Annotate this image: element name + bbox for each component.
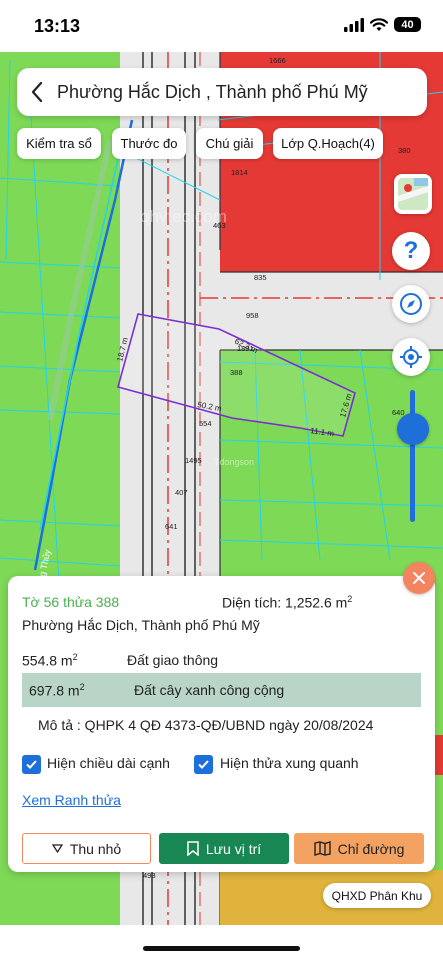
directions-button[interactable]: Chỉ đường xyxy=(294,833,424,864)
triangle-down-icon xyxy=(51,844,63,853)
signal-icon xyxy=(344,17,364,32)
edge-length-checkbox[interactable] xyxy=(22,755,41,774)
use-area-2: 697.8 m2 xyxy=(29,682,85,699)
opacity-slider-track[interactable] xyxy=(410,390,415,522)
legend-chip[interactable]: Chú giải xyxy=(196,128,263,159)
home-indicator[interactable] xyxy=(143,946,300,951)
check-icon xyxy=(26,760,37,769)
help-icon: ? xyxy=(403,237,419,264)
use-area-1: 554.8 m2 xyxy=(22,652,78,669)
use-area-2-value: 697.8 m xyxy=(29,682,80,699)
use-area-1-value: 554.8 m xyxy=(22,652,73,669)
status-time: 13:13 xyxy=(34,16,81,36)
location-title: Phường Hắc Dịch , Thành phố Phú Mỹ xyxy=(57,81,368,102)
status-icons: 40 xyxy=(344,17,421,32)
directions-label: Chỉ đường xyxy=(337,840,405,857)
compass-button[interactable] xyxy=(392,285,430,323)
bookmark-icon xyxy=(187,841,199,856)
parcel-area-value: Diện tích: 1,252.6 m xyxy=(222,594,348,611)
battery-icon: 40 xyxy=(394,17,421,32)
tool-chip-row: Kiểm tra sổ Thước đo Chú giải Lớp Q.Hoạc… xyxy=(0,128,443,160)
status-bar: 13:13 40 xyxy=(0,0,443,52)
parcel-info-panel: Tờ 56 thửa 388 Diện tích: 1,252.6 m2 Phư… xyxy=(8,576,435,872)
location-header[interactable]: Phường Hắc Dịch , Thành phố Phú Mỹ xyxy=(17,68,427,116)
map-layer-button[interactable] xyxy=(394,174,432,214)
use-area-1-unit: 2 xyxy=(72,652,78,662)
save-location-label: Lưu vị trí xyxy=(205,840,262,857)
edge-length-label: Hiện chiều dài cạnh xyxy=(47,755,170,771)
map-watermark-2: Tdongson xyxy=(214,457,254,467)
close-icon xyxy=(413,572,425,584)
wifi-icon xyxy=(370,17,388,31)
parcel-label: 641 xyxy=(165,522,178,531)
collapse-label: Thu nhỏ xyxy=(69,840,122,857)
parcel-label: 554 xyxy=(199,419,212,428)
map-icon xyxy=(313,841,331,856)
check-title-chip[interactable]: Kiểm tra sổ xyxy=(17,128,101,159)
map-watermark: qhvtec.com xyxy=(140,207,227,226)
use-name-2: Đất cây xanh công cộng xyxy=(134,682,285,698)
parcel-area: Diện tích: 1,252.6 m2 xyxy=(222,594,352,611)
parcel-id: Tờ 56 thửa 388 xyxy=(22,594,120,610)
map-layer-icon xyxy=(398,178,428,210)
parcel-area-unit: 2 xyxy=(347,594,353,604)
use-area-2-unit: 2 xyxy=(79,682,85,692)
ruler-chip[interactable]: Thước đo xyxy=(112,128,186,159)
help-button[interactable]: ? xyxy=(392,232,430,270)
locate-icon xyxy=(400,346,422,368)
opacity-slider-handle[interactable] xyxy=(397,413,429,445)
compass-icon xyxy=(400,293,422,315)
parcel-label: 1666 xyxy=(269,56,286,65)
plan-description: Mô tả : QHPK 4 QĐ 4373-QĐ/UBND ngày 20/0… xyxy=(38,717,374,733)
check-icon xyxy=(198,760,209,769)
parcel-label: 407 xyxy=(175,488,188,497)
save-location-button[interactable]: Lưu vị trí xyxy=(159,833,289,864)
view-boundary-link[interactable]: Xem Ranh thửa xyxy=(22,792,121,808)
use-name-1: Đất giao thông xyxy=(127,652,219,668)
plan-mode-chip[interactable]: QHXD Phân Khu xyxy=(323,883,431,908)
parcel-label: 1495 xyxy=(185,456,202,465)
locate-button[interactable] xyxy=(392,338,430,376)
collapse-button[interactable]: Thu nhỏ xyxy=(22,833,151,864)
parcel-label: 493 xyxy=(143,871,156,880)
back-icon[interactable] xyxy=(17,68,57,116)
planning-layer-chip[interactable]: Lớp Q.Hoạch(4) xyxy=(273,128,383,159)
parcel-ward: Phường Hắc Dịch, Thành phố Phú Mỹ xyxy=(22,617,260,633)
neighbors-label: Hiện thửa xung quanh xyxy=(220,755,359,771)
parcel-label: 388 xyxy=(230,368,243,377)
close-panel-button[interactable] xyxy=(403,562,435,594)
parcel-label: 1814 xyxy=(231,168,248,177)
parcel-label: 958 xyxy=(246,311,259,320)
parcel-label: 835 xyxy=(254,273,267,282)
neighbors-checkbox[interactable] xyxy=(194,755,213,774)
